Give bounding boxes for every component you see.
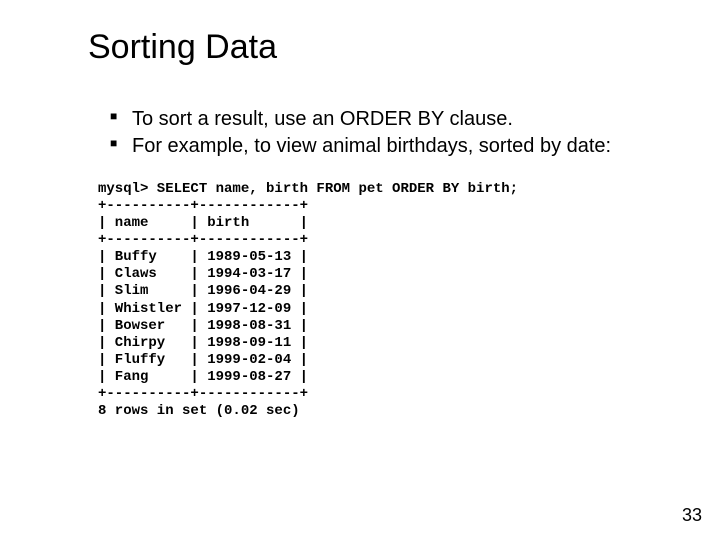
bullet-item: For example, to view animal birthdays, s… [110,134,660,159]
bullet-list: To sort a result, use an ORDER BY clause… [110,107,660,159]
slide-title: Sorting Data [88,28,660,67]
page-number: 33 [682,505,702,526]
sql-output: mysql> SELECT name, birth FROM pet ORDER… [98,181,660,420]
bullet-item: To sort a result, use an ORDER BY clause… [110,107,660,132]
